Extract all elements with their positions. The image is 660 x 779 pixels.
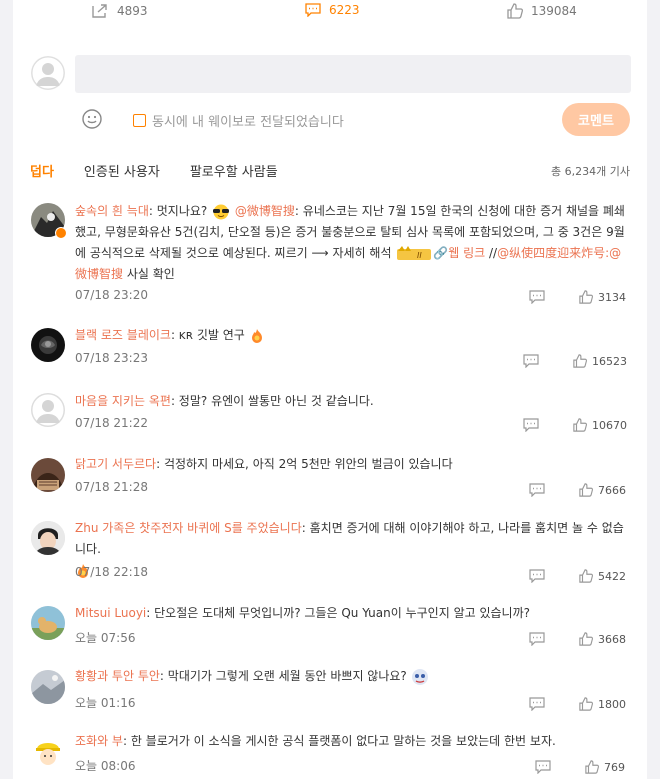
comment-text: 숲속의 흰 늑대: 멋지나요? @微博智搜: 유네스코는 지난 7월 15일 한… [75, 204, 625, 281]
reply-icon[interactable] [529, 632, 545, 646]
total-count: 총 6,234개 기사 [551, 165, 630, 178]
tab-hot[interactable]: 덥다 [30, 161, 54, 180]
comment-like-button[interactable]: 3668 [579, 632, 626, 646]
comment-text: Zhu 가족은 찻주전자 바퀴에 S를 주었습니다: 훔치면 증거에 대해 이야… [75, 518, 630, 581]
comment-count: 6223 [329, 3, 360, 17]
comment-input[interactable] [75, 55, 631, 93]
web-link[interactable]: 🔗웹 링크 [433, 246, 485, 260]
comment-icon [305, 3, 321, 17]
emoji-button[interactable] [81, 108, 103, 130]
comment-panel: 4893 6223 139084 동시에 내 웨이보로 전달되었습니다 코멘트 … [13, 0, 647, 779]
comment-username[interactable]: 숲속의 흰 늑대 [75, 204, 149, 218]
avatar[interactable] [31, 521, 65, 555]
comment-text: 닭고기 서두르다: 걱정하지 마세요, 아직 2억 5천만 위안의 벌금이 있습… [75, 457, 453, 471]
share-to-weibo-option[interactable]: 동시에 내 웨이보로 전달되었습니다 [133, 111, 344, 130]
verified-badge [55, 227, 67, 239]
comment-username[interactable]: 마음을 지키는 옥편 [75, 394, 171, 408]
avatar[interactable] [31, 393, 65, 427]
fire-emoji-icon [251, 328, 262, 343]
thumbs-up-icon [579, 697, 593, 711]
crown-badge-icon: II [397, 246, 432, 260]
avatar[interactable] [31, 670, 65, 704]
submit-comment-button[interactable]: 코멘트 [562, 103, 630, 136]
thumbs-up-icon [507, 3, 523, 19]
comment-text: Mitsui Luoyi: 단오절은 도대체 무엇입니까? 그들은 Qu Yua… [75, 606, 530, 620]
thumbs-up-icon [579, 290, 593, 304]
comment-like-button[interactable]: 16523 [573, 354, 627, 368]
share-checkbox[interactable] [133, 114, 146, 127]
share-label: 동시에 내 웨이보로 전달되었습니다 [152, 115, 344, 130]
comment-time: 오늘 08:06 [75, 759, 136, 773]
like-count: 139084 [531, 4, 577, 18]
comment-text: 마음을 지키는 옥편: 정말? 유엔이 쌀통만 아닌 것 같습니다. [75, 394, 374, 408]
comment-text: 조화와 부: 한 블로거가 이 소식을 게시한 공식 플랫폼이 없다고 말하는 … [75, 734, 556, 748]
comment-time: 07/18 21:22 [75, 416, 148, 430]
comment-like-button[interactable]: 10670 [573, 418, 627, 432]
svg-text:II: II [417, 251, 422, 260]
avatar[interactable] [31, 606, 65, 640]
like-button[interactable]: 139084 [507, 3, 577, 19]
tab-verified-users[interactable]: 인증된 사용자 [84, 161, 160, 180]
thumbs-up-icon [579, 632, 593, 646]
comment-button[interactable]: 6223 [305, 3, 360, 17]
comment-time: 오늘 07:56 [75, 631, 136, 645]
reply-icon[interactable] [523, 418, 539, 432]
forward-button[interactable]: 4893 [91, 3, 148, 19]
mention-link[interactable]: @微博智搜 [235, 204, 295, 218]
thumbs-up-icon [585, 760, 599, 774]
comment-time: 07/18 23:20 [75, 288, 148, 302]
avatar[interactable] [31, 328, 65, 362]
sticker-emoji-icon [411, 668, 428, 685]
thumbs-up-icon [579, 569, 593, 583]
thumbs-up-icon [579, 483, 593, 497]
comment-filter-tabs: 덥다 인증된 사용자 팔로우할 사람들 [30, 161, 308, 180]
reply-icon[interactable] [529, 569, 545, 583]
thumbs-up-icon [573, 354, 587, 368]
smiley-icon [82, 109, 102, 129]
comment-like-button[interactable]: 7666 [579, 483, 626, 497]
comment-username[interactable]: 황황과 투안 투안 [75, 669, 160, 683]
comment-username[interactable]: 블랙 로즈 블레이크 [75, 328, 171, 342]
comment-like-button[interactable]: 3134 [579, 290, 626, 304]
comment-username[interactable]: Zhu 가족은 찻주전자 바퀴에 S를 주었습니다 [75, 521, 302, 535]
comment-text: 블랙 로즈 블레이크: ᴋʀ 깃발 연구 [75, 325, 630, 346]
reply-icon[interactable] [535, 760, 551, 774]
comment-like-button[interactable]: 1800 [579, 697, 626, 711]
my-avatar [31, 56, 65, 90]
share-icon [92, 4, 107, 18]
comment-username[interactable]: 닭고기 서두르다 [75, 457, 156, 471]
comment-like-button[interactable]: 769 [585, 760, 625, 774]
tab-following[interactable]: 팔로우할 사람들 [190, 161, 278, 180]
avatar[interactable] [31, 458, 65, 492]
comment-username[interactable]: Mitsui Luoyi [75, 606, 146, 620]
reply-icon[interactable] [529, 483, 545, 497]
forward-count: 4893 [117, 4, 148, 18]
comment-text: 황황과 투안 투안: 막대기가 그렇게 오랜 세월 동안 바쁘지 않나요? [75, 666, 630, 687]
sunglasses-emoji-icon [213, 204, 230, 219]
thumbs-up-icon [573, 418, 587, 432]
action-bar: 4893 6223 139084 [13, 0, 647, 30]
comment-time: 07/18 22:18 [75, 565, 148, 579]
comment-username[interactable]: 조화와 부 [75, 734, 123, 748]
comment-time: 07/18 21:28 [75, 480, 148, 494]
comment-time: 오늘 01:16 [75, 696, 136, 710]
avatar[interactable] [31, 735, 65, 769]
comment-time: 07/18 23:23 [75, 351, 148, 365]
comment-like-button[interactable]: 5422 [579, 569, 626, 583]
reply-icon[interactable] [523, 354, 539, 368]
reply-icon[interactable] [529, 290, 545, 304]
reply-icon[interactable] [529, 697, 545, 711]
